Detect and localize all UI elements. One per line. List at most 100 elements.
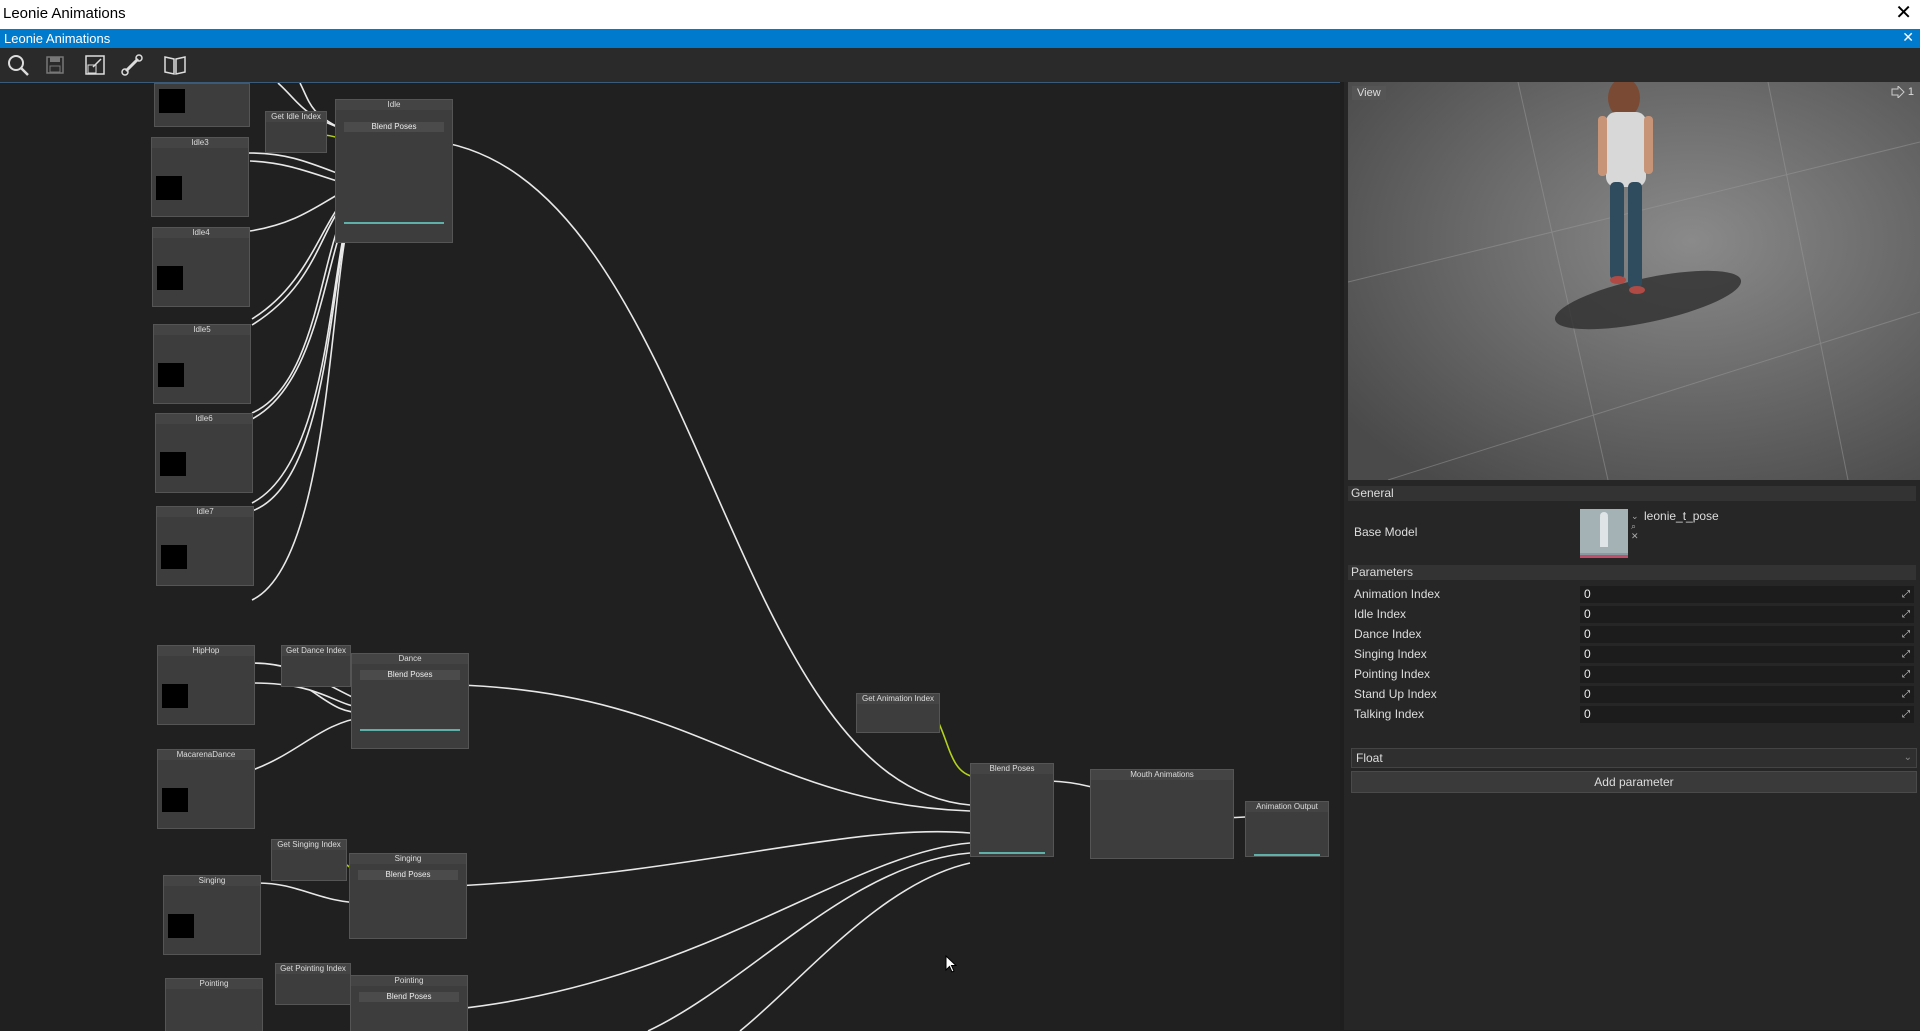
node-title: Blend Poses: [971, 764, 1053, 774]
node-title: Get Animation Index: [857, 694, 939, 704]
node-underline: [360, 729, 460, 731]
blend-poses-header: Blend Poses: [358, 870, 458, 880]
asset-picker-buttons: ⌄ ⌕ ✕: [1631, 511, 1641, 541]
idle4-node[interactable]: Idle4: [152, 227, 250, 307]
window-titlebar: Leonie Animations ✕: [0, 0, 1920, 29]
parameter-value-field[interactable]: 0 ⤢: [1580, 686, 1914, 703]
get-idle-index-node[interactable]: Get Idle Index: [265, 111, 327, 153]
node-title: Animation Output: [1246, 802, 1328, 812]
save-icon: [46, 56, 64, 74]
node-title: Idle3: [152, 138, 248, 148]
node-title: MacarenaDance: [158, 750, 254, 760]
node-title: Get Dance Index: [282, 646, 350, 656]
blend-poses-header: Blend Poses: [344, 122, 444, 132]
node-underline: [1254, 854, 1320, 856]
idle5-node[interactable]: Idle5: [153, 324, 251, 404]
mouth-animations-node[interactable]: Mouth Animations: [1090, 769, 1234, 859]
parameter-name: Singing Index: [1354, 647, 1427, 661]
window-close-button[interactable]: ✕: [1895, 2, 1912, 24]
chevron-down-icon[interactable]: ⌄: [1631, 511, 1641, 521]
skeleton-button[interactable]: [117, 51, 147, 79]
add-parameter-button[interactable]: Add parameter: [1351, 771, 1917, 793]
dance-node[interactable]: Dance Blend Poses: [351, 653, 469, 749]
expand-icon[interactable]: ⤢: [1898, 586, 1910, 603]
node-title: Idle4: [153, 228, 249, 238]
mouse-cursor-icon: [945, 955, 958, 973]
viewport-scene: [1348, 82, 1920, 480]
singing-anim-node[interactable]: Singing: [163, 875, 261, 955]
node-title: Get Singing Index: [272, 840, 346, 850]
parameter-name: Dance Index: [1354, 627, 1422, 641]
expand-icon[interactable]: ⤢: [1898, 646, 1910, 663]
anim-thumbnail: [158, 363, 184, 387]
expand-icon[interactable]: ⤢: [1898, 706, 1910, 723]
toolbar: [0, 48, 1920, 82]
node-title: Get Pointing Index: [276, 964, 350, 974]
parameter-value-field[interactable]: 0 ⤢: [1580, 646, 1914, 663]
idle6-node[interactable]: Idle6: [155, 413, 253, 493]
parameter-type-select[interactable]: Float ⌄: [1351, 748, 1917, 768]
save-button[interactable]: [40, 51, 70, 79]
node-title: Pointing: [351, 976, 467, 986]
parameter-value: 0: [1584, 667, 1591, 681]
anim-thumbnail: [161, 545, 187, 569]
parameter-value: 0: [1584, 687, 1591, 701]
search-button[interactable]: [3, 51, 33, 79]
animation-output-node[interactable]: Animation Output: [1245, 801, 1329, 857]
node-title: HipHop: [158, 646, 254, 656]
idle3-node[interactable]: Idle3: [151, 137, 249, 217]
chevron-down-icon: ⌄: [1903, 752, 1912, 763]
idle7-node[interactable]: Idle7: [156, 506, 254, 586]
get-animation-index-node[interactable]: Get Animation Index: [856, 693, 940, 733]
anim-thumbnail: [159, 89, 185, 113]
expand-icon[interactable]: ⤢: [1898, 626, 1910, 643]
document-tab[interactable]: Leonie Animations ✕: [0, 29, 1920, 48]
clear-icon[interactable]: ✕: [1631, 531, 1641, 541]
base-model-label: Base Model: [1354, 525, 1418, 539]
base-model-name: leonie_t_pose: [1644, 509, 1719, 523]
parameters-section-header[interactable]: Parameters: [1348, 565, 1916, 580]
get-pointing-index-node[interactable]: Get Pointing Index: [275, 963, 351, 1005]
idle-node[interactable]: Idle Blend Poses: [335, 99, 453, 243]
tab-close-button[interactable]: ✕: [1902, 29, 1914, 46]
hiphop-node[interactable]: HipHop: [157, 645, 255, 725]
search-icon[interactable]: ⌕: [1631, 521, 1641, 531]
blend-poses-header: Blend Poses: [360, 670, 460, 680]
blend-poses-main-node[interactable]: Blend Poses: [970, 763, 1054, 857]
export-icon: [85, 55, 105, 75]
get-singing-index-node[interactable]: Get Singing Index: [271, 839, 347, 881]
parameter-value-field[interactable]: 0 ⤢: [1580, 666, 1914, 683]
view-menu-button[interactable]: View: [1352, 86, 1386, 100]
parameter-value-field[interactable]: 0 ⤢: [1580, 606, 1914, 623]
anim-node-top[interactable]: [154, 83, 250, 127]
node-underline: [344, 222, 444, 224]
pointing-node[interactable]: Pointing Blend Poses: [350, 975, 468, 1031]
window-title: Leonie Animations: [3, 5, 126, 22]
general-section-header[interactable]: General: [1348, 486, 1916, 501]
viewport-speed-control[interactable]: 1: [1891, 86, 1914, 98]
macarena-node[interactable]: MacarenaDance: [157, 749, 255, 829]
play-arrow-icon: [1891, 86, 1905, 98]
get-dance-index-node[interactable]: Get Dance Index: [281, 645, 351, 687]
base-model-thumbnail[interactable]: [1580, 509, 1628, 558]
parameter-value-field[interactable]: 0 ⤢: [1580, 586, 1914, 603]
model-preview-icon: [1580, 509, 1628, 553]
expand-icon[interactable]: ⤢: [1898, 686, 1910, 703]
parameter-value-field[interactable]: 0 ⤢: [1580, 626, 1914, 643]
expand-icon[interactable]: ⤢: [1898, 606, 1910, 623]
anim-thumbnail: [162, 788, 188, 812]
parameter-name: Animation Index: [1354, 587, 1441, 601]
export-button[interactable]: [80, 51, 110, 79]
preview-viewport[interactable]: View 1: [1348, 82, 1920, 480]
parameter-name: Pointing Index: [1354, 667, 1431, 681]
node-title: Get Idle Index: [266, 112, 326, 122]
bone-icon: [121, 54, 143, 76]
pointing-anim-node[interactable]: Pointing: [165, 978, 263, 1031]
graph-canvas[interactable]: Get Idle Index Idle Blend Poses Idle3 Id…: [0, 82, 1340, 1031]
expand-icon[interactable]: ⤢: [1898, 666, 1910, 683]
parameter-value-field[interactable]: 0 ⤢: [1580, 706, 1914, 723]
parameter-value: 0: [1584, 707, 1591, 721]
parameter-name: Idle Index: [1354, 607, 1407, 621]
singing-node[interactable]: Singing Blend Poses: [349, 853, 467, 939]
documentation-button[interactable]: [160, 51, 190, 79]
